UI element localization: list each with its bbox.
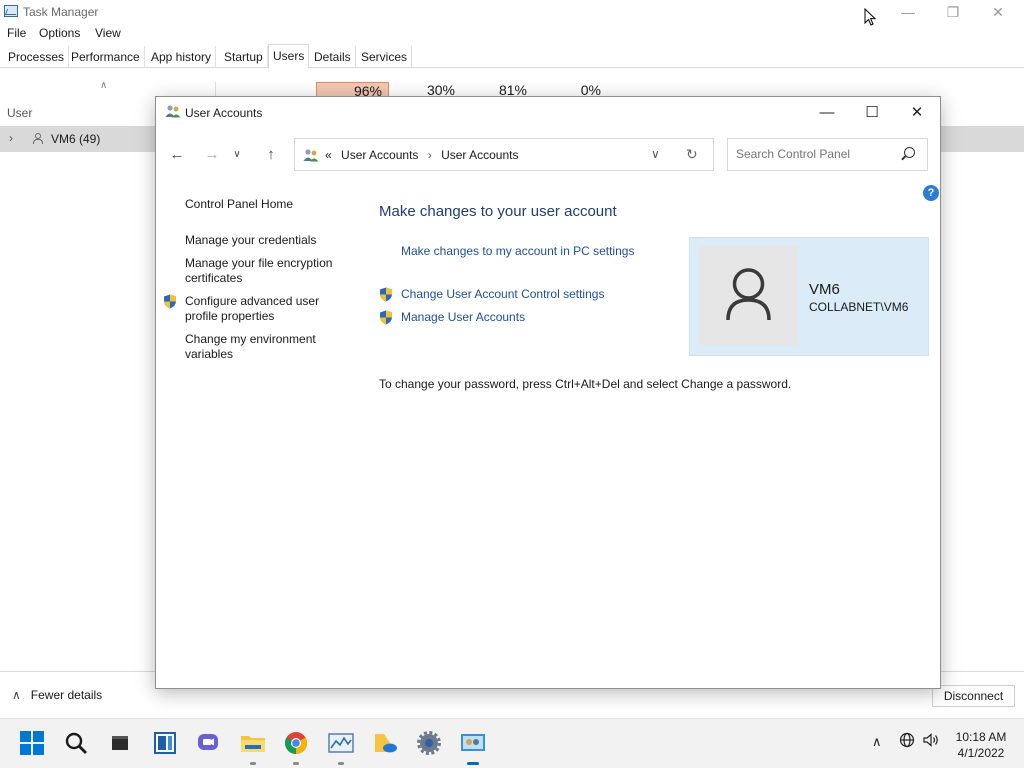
- tab-app-history[interactable]: App history: [147, 46, 217, 68]
- account-domain: COLLABNET\VM6: [809, 300, 909, 314]
- page-title: Make changes to your user account: [379, 203, 617, 220]
- user-avatar-icon: [726, 268, 771, 321]
- restore-button[interactable]: ❐: [930, 0, 976, 24]
- tab-performance[interactable]: Performance: [67, 46, 145, 68]
- task-manager-tabs: Processes Performance App history Startu…: [0, 44, 1024, 69]
- fewer-details-button[interactable]: ∧ Fewer details: [12, 688, 102, 702]
- show-hidden-icons-chevron-icon[interactable]: ∧: [872, 734, 882, 750]
- tab-services[interactable]: Services: [357, 46, 413, 68]
- clock-time: 10:18 AM: [955, 730, 1007, 744]
- user-accounts-window: User Accounts — ☐ ✕ ← → ∨ ↑ « User Accou…: [155, 96, 941, 689]
- manage-credentials-link[interactable]: Manage your credentials: [185, 233, 316, 248]
- user-icon: [32, 133, 43, 144]
- close-button[interactable]: ✕: [975, 0, 1021, 24]
- account-name: VM6: [809, 281, 840, 298]
- menu-options[interactable]: Options: [39, 26, 80, 40]
- close-button[interactable]: ✕: [894, 97, 940, 127]
- mouse-cursor-icon: [864, 8, 876, 26]
- breadcrumb: « User Accounts › User Accounts: [325, 148, 518, 162]
- fewer-details-label: Fewer details: [30, 688, 103, 702]
- chevron-right-icon[interactable]: ›: [428, 148, 432, 162]
- help-icon[interactable]: ?: [923, 185, 939, 201]
- tab-startup[interactable]: Startup: [220, 46, 268, 68]
- uac-shield-icon: [164, 294, 176, 309]
- start-icon[interactable]: [16, 727, 48, 759]
- maximize-button[interactable]: ☐: [849, 97, 895, 127]
- chevron-up-icon: ∧: [12, 688, 21, 702]
- expand-chevron-icon[interactable]: ›: [9, 131, 13, 145]
- search-icon[interactable]: [904, 147, 915, 158]
- task-manager-icon[interactable]: [325, 727, 357, 765]
- disconnect-button[interactable]: Disconnect: [932, 685, 1015, 707]
- account-tile: VM6 COLLABNET\VM6: [689, 237, 929, 356]
- clock[interactable]: 10:18 AM 4/1/2022: [946, 729, 1016, 761]
- task-manager-app-icon: [4, 5, 18, 17]
- address-bar[interactable]: « User Accounts › User Accounts ∨ ↻: [294, 138, 714, 171]
- breadcrumb-item[interactable]: User Accounts: [341, 148, 418, 162]
- environment-variables-link[interactable]: Change my environment variables: [185, 332, 335, 362]
- recent-pages-chevron-icon[interactable]: ∨: [229, 143, 245, 165]
- user-row-extension: [940, 126, 1024, 152]
- control-panel-icon[interactable]: [457, 727, 489, 765]
- breadcrumb-overflow[interactable]: «: [325, 148, 332, 162]
- search-box[interactable]: [727, 138, 928, 171]
- back-arrow-icon[interactable]: ←: [163, 143, 191, 165]
- tab-users[interactable]: Users: [268, 44, 310, 69]
- uac-shield-icon: [380, 287, 392, 302]
- volume-icon[interactable]: [922, 732, 940, 751]
- terminal-icon[interactable]: [104, 727, 136, 759]
- menu-file[interactable]: File: [7, 26, 26, 40]
- clock-date: 4/1/2022: [957, 746, 1005, 760]
- manage-accounts-link[interactable]: Manage User Accounts: [401, 310, 525, 324]
- user-accounts-breadcrumb-icon: [303, 149, 319, 162]
- user-row-label: VM6 (49): [51, 132, 101, 146]
- control-panel-home-link[interactable]: Control Panel Home: [185, 197, 293, 212]
- settings-icon[interactable]: [413, 727, 445, 759]
- column-header-user[interactable]: User: [7, 106, 32, 120]
- user-accounts-titlebar[interactable]: User Accounts — ☐ ✕: [156, 97, 940, 127]
- user-accounts-title: User Accounts: [185, 106, 263, 120]
- menu-view[interactable]: View: [95, 26, 121, 40]
- chrome-icon[interactable]: [280, 727, 312, 765]
- search-icon[interactable]: [60, 727, 92, 759]
- chevron-down-icon[interactable]: ∨: [651, 147, 660, 161]
- user-accounts-icon: [165, 105, 181, 118]
- onedrive-folder-icon[interactable]: [369, 727, 401, 759]
- task-manager-title: Task Manager: [23, 5, 99, 19]
- user-row[interactable]: › VM6 (49): [0, 126, 156, 152]
- tab-processes[interactable]: Processes: [4, 46, 70, 68]
- breadcrumb-item[interactable]: User Accounts: [441, 148, 518, 162]
- sort-arrow-icon: ∧: [100, 80, 108, 91]
- advanced-profile-link[interactable]: Configure advanced user profile properti…: [185, 294, 335, 324]
- up-arrow-icon[interactable]: ↑: [257, 143, 285, 165]
- uac-settings-link[interactable]: Change User Account Control settings: [401, 287, 604, 301]
- chat-icon[interactable]: [192, 727, 224, 759]
- minimize-button[interactable]: —: [804, 97, 850, 127]
- file-encryption-link[interactable]: Manage your file encryption certificates: [185, 256, 345, 286]
- file-explorer-icon[interactable]: [237, 727, 269, 765]
- taskbar: ∧ 10:18 AM 4/1/2022: [0, 718, 1024, 768]
- network-globe-icon[interactable]: [899, 732, 915, 751]
- uac-shield-icon: [380, 310, 392, 325]
- avatar: [699, 246, 798, 345]
- task-view-icon[interactable]: [149, 727, 181, 759]
- pc-settings-link[interactable]: Make changes to my account in PC setting…: [401, 244, 634, 258]
- password-note: To change your password, press Ctrl+Alt+…: [379, 377, 792, 391]
- minimize-button[interactable]: —: [885, 0, 931, 24]
- forward-arrow-icon[interactable]: →: [198, 143, 226, 165]
- search-input[interactable]: [736, 147, 896, 161]
- refresh-icon[interactable]: ↻: [686, 146, 698, 163]
- tab-details[interactable]: Details: [310, 46, 356, 68]
